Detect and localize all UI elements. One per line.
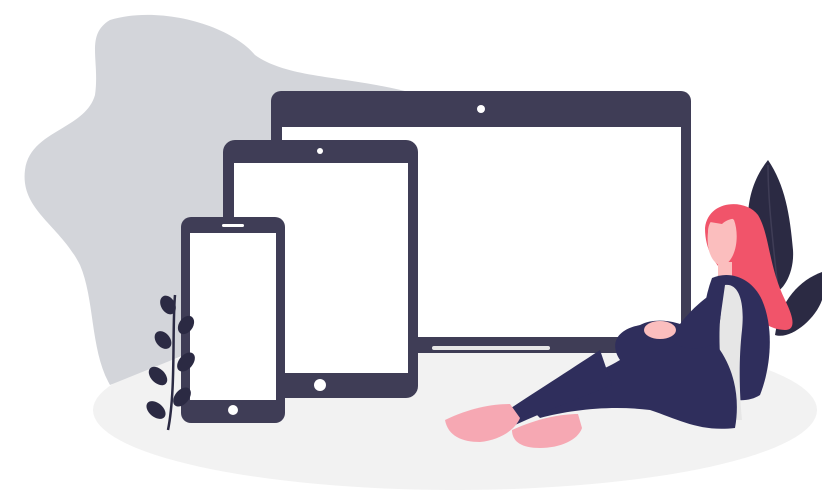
phone-device [181, 217, 285, 423]
woman-hands [644, 321, 676, 339]
tablet-home-button-icon [314, 379, 326, 391]
illustration-svg [24, 14, 822, 490]
laptop-camera-icon [477, 105, 485, 113]
laptop-base-highlight [432, 346, 550, 350]
phone-screen [190, 233, 276, 400]
phone-home-button-icon [228, 405, 238, 415]
illustration-scene [0, 0, 822, 495]
phone-speaker [222, 224, 244, 227]
tablet-camera-icon [317, 148, 323, 154]
